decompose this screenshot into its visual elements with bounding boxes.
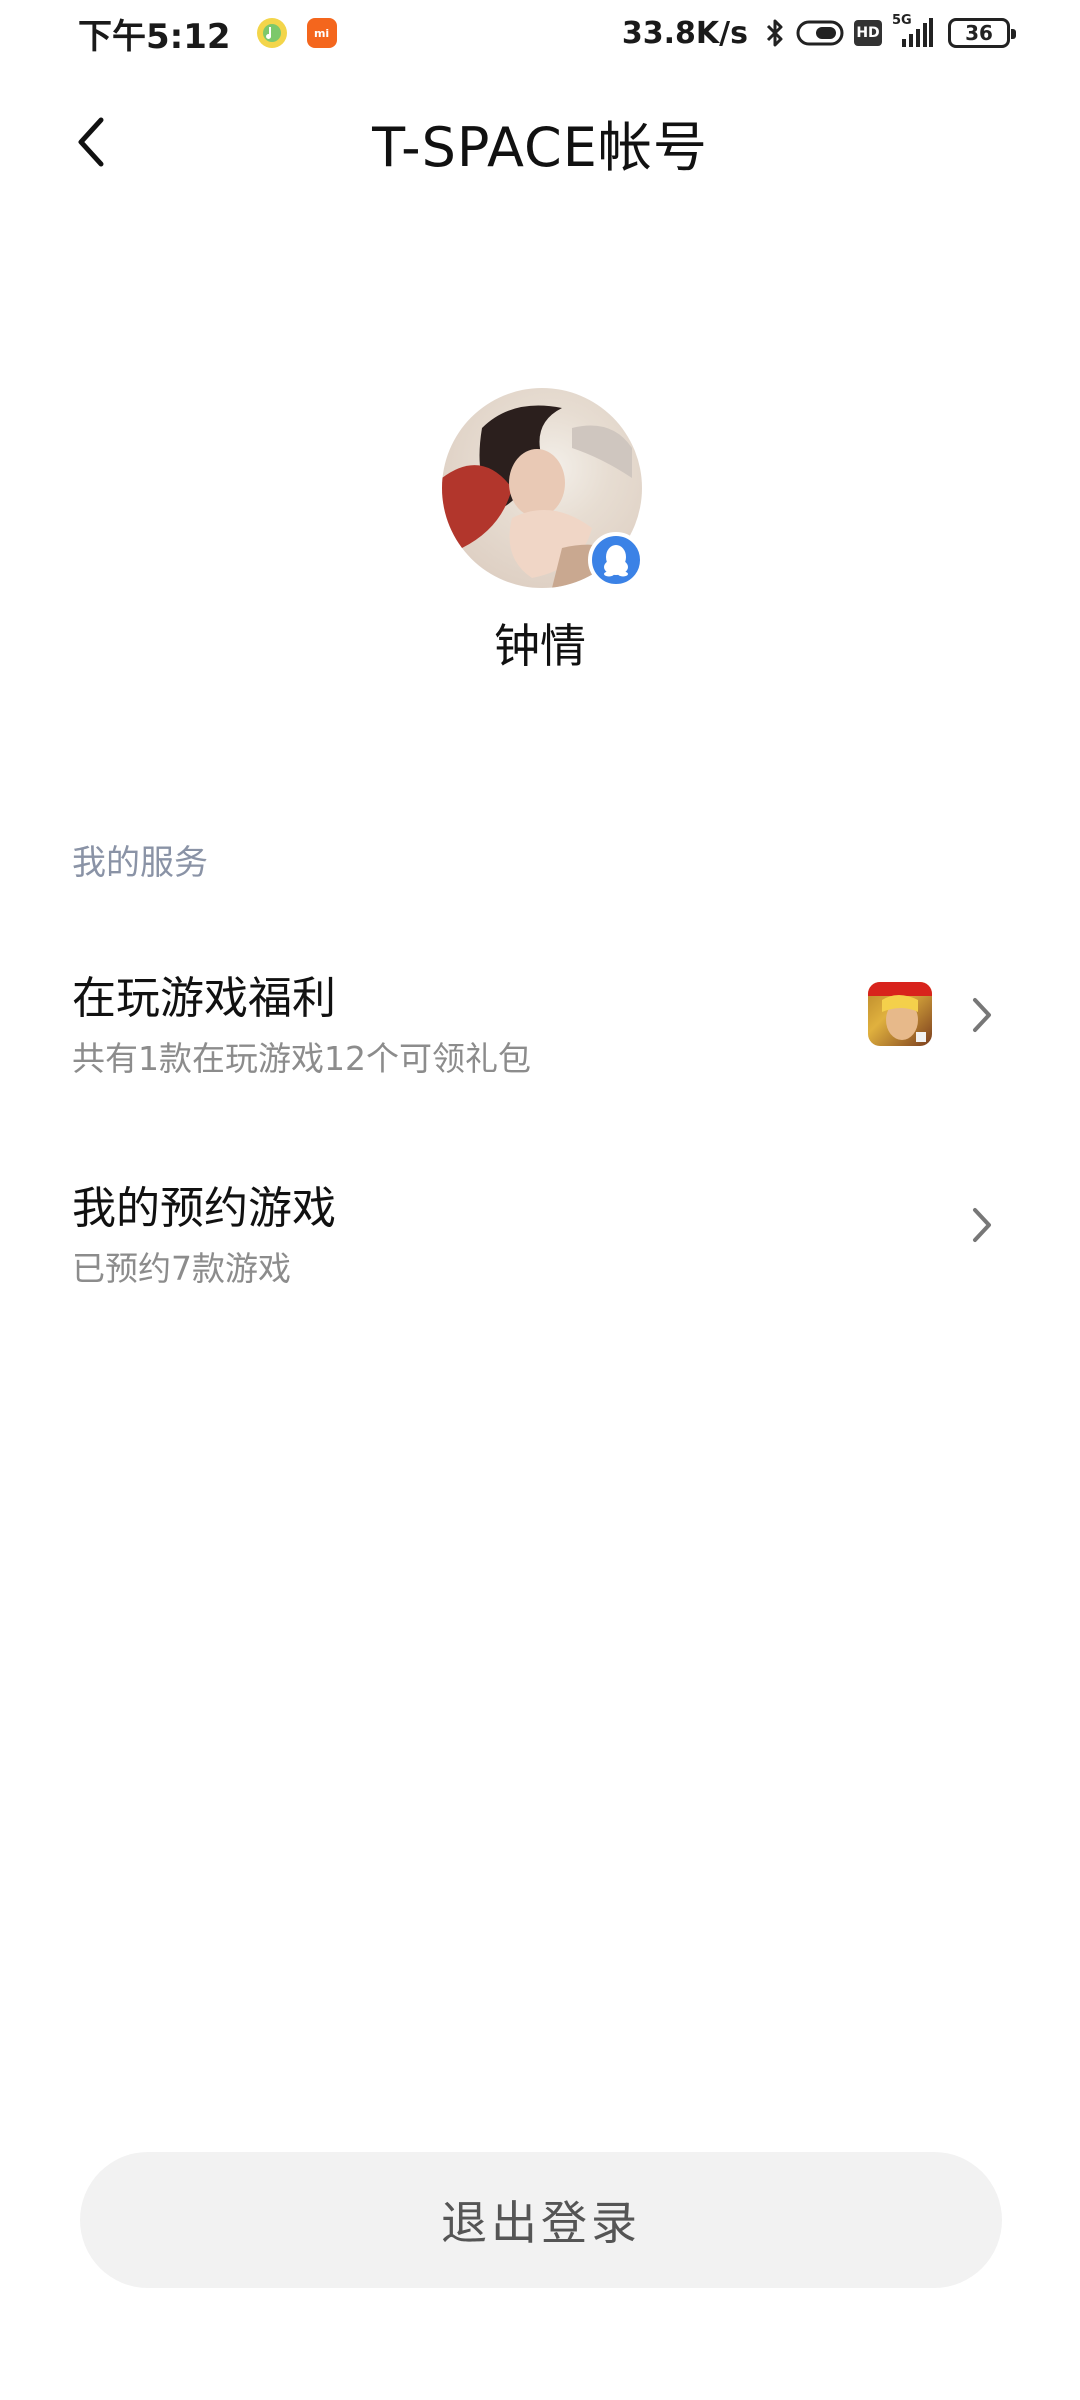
signal-icon: 5G xyxy=(892,13,934,49)
status-bar: 下午5:12 mi 33.8K/s HD 5G 36 xyxy=(0,0,1080,66)
page-title: T-SPACE帐号 xyxy=(372,115,708,179)
service-item-subtitle: 已预约7款游戏 xyxy=(72,1249,291,1288)
chevron-right-icon xyxy=(962,1200,1002,1250)
service-item-title: 我的预约游戏 xyxy=(72,1183,336,1234)
battery-icon: 36 xyxy=(948,18,1016,48)
network-type: 5G xyxy=(892,13,912,28)
music-app-icon xyxy=(256,18,287,48)
account-page: 下午5:12 mi 33.8K/s HD 5G 36 T-SPACE帐号 钟情 … xyxy=(0,0,1080,2400)
game-thumbnail-icon xyxy=(868,982,932,1046)
mi-app-icon: mi xyxy=(306,18,337,48)
net-speed: 33.8K/s xyxy=(621,15,748,51)
service-item-title: 在玩游戏福利 xyxy=(72,973,336,1024)
bluetooth-icon xyxy=(764,17,786,49)
mi-app-icon-label: mi xyxy=(313,26,330,40)
qq-penguin-icon xyxy=(604,545,628,577)
hd-label: HD xyxy=(854,20,882,46)
battery-level: 36 xyxy=(965,21,993,45)
header: T-SPACE帐号 xyxy=(0,92,1080,192)
status-bar-right: 33.8K/s HD 5G 36 xyxy=(621,13,1016,51)
service-item-game-benefits[interactable]: 在玩游戏福利 共有1款在玩游戏12个可领礼包 xyxy=(0,962,1080,1122)
status-bar-left: 下午5:12 mi xyxy=(78,9,357,58)
back-button[interactable] xyxy=(60,112,120,172)
chevron-right-icon xyxy=(962,990,1002,1040)
section-title-services: 我的服务 xyxy=(72,843,208,883)
username: 钟情 xyxy=(494,619,586,673)
qq-badge xyxy=(588,532,644,588)
service-item-reserved-games[interactable]: 我的预约游戏 已预约7款游戏 xyxy=(0,1172,1080,1332)
status-time: 下午5:12 xyxy=(78,16,231,57)
hd-icon: HD xyxy=(854,20,882,46)
chevron-left-icon xyxy=(78,117,104,167)
toggle-icon xyxy=(796,19,844,47)
avatar-container[interactable] xyxy=(442,388,644,588)
logout-button[interactable]: 退出登录 xyxy=(80,2152,1002,2288)
service-item-subtitle: 共有1款在玩游戏12个可领礼包 xyxy=(72,1039,531,1078)
